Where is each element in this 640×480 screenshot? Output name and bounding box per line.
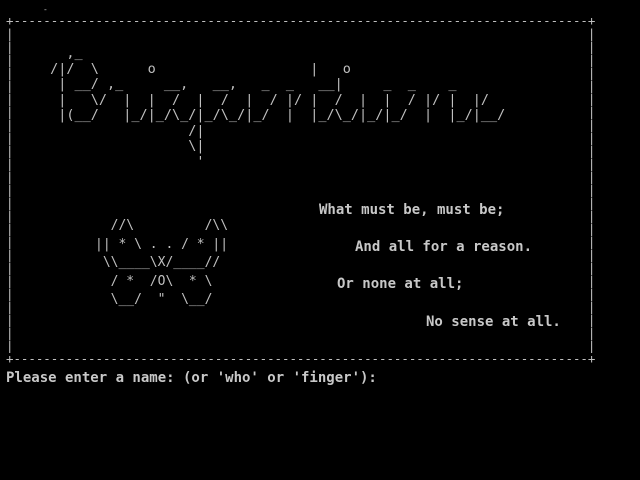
poem-line-2: And all for a reason. bbox=[355, 239, 533, 255]
poem-line-4: No sense at all. bbox=[426, 314, 561, 330]
login-name-input[interactable] bbox=[404, 370, 624, 386]
poem-line-1: What must be, must be; bbox=[319, 202, 505, 218]
login-prompt-label: Please enter a name: (or 'who' or 'finge… bbox=[6, 370, 377, 386]
butterfly-ascii-art: //\ /\\ || * \ . . / * || \\____\X/____/… bbox=[95, 218, 229, 307]
poem-line-3: Or none at all; bbox=[337, 276, 464, 292]
terminal-screen: - +-------------------------------------… bbox=[0, 0, 640, 480]
brigandine-ascii-logo: ,_ /|/ \ o | o | __/ ,_ __, __, _ _ __| … bbox=[50, 45, 506, 170]
